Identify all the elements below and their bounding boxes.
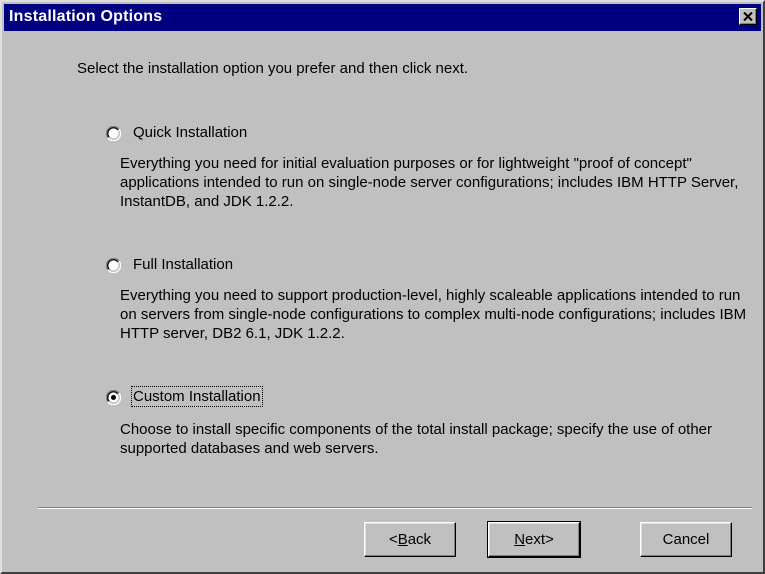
close-button[interactable] [739,8,757,25]
separator [38,507,752,509]
custom-installation-label[interactable]: Custom Installation [131,386,263,407]
cancel-button[interactable]: Cancel [640,522,732,557]
next-suffix: > [545,531,554,548]
back-accel: B [397,531,408,548]
title-bar[interactable]: Installation Options [4,4,761,31]
close-icon [743,12,753,21]
custom-installation-description: Choose to install specific components of… [120,421,713,457]
back-button[interactable]: < Back [364,522,456,557]
window-title: Installation Options [9,8,163,25]
back-prefix: < [388,531,398,548]
next-accel: N [514,531,526,548]
quick-installation-radio[interactable] [106,126,121,141]
full-installation-label[interactable]: Full Installation [133,256,233,273]
full-installation-radio[interactable] [106,258,121,273]
full-installation-description: Everything you need to support productio… [120,287,747,342]
quick-installation-label[interactable]: Quick Installation [133,124,247,141]
next-button[interactable]: Next > [487,521,581,558]
selected-dot-icon [111,395,116,400]
custom-installation-radio[interactable] [106,390,121,405]
back-label-rest: ack [407,531,432,548]
quick-installation-description: Everything you need for initial evaluati… [120,155,739,210]
instruction-text: Select the installation option you prefe… [77,60,469,77]
next-label-rest: ext [525,531,546,548]
